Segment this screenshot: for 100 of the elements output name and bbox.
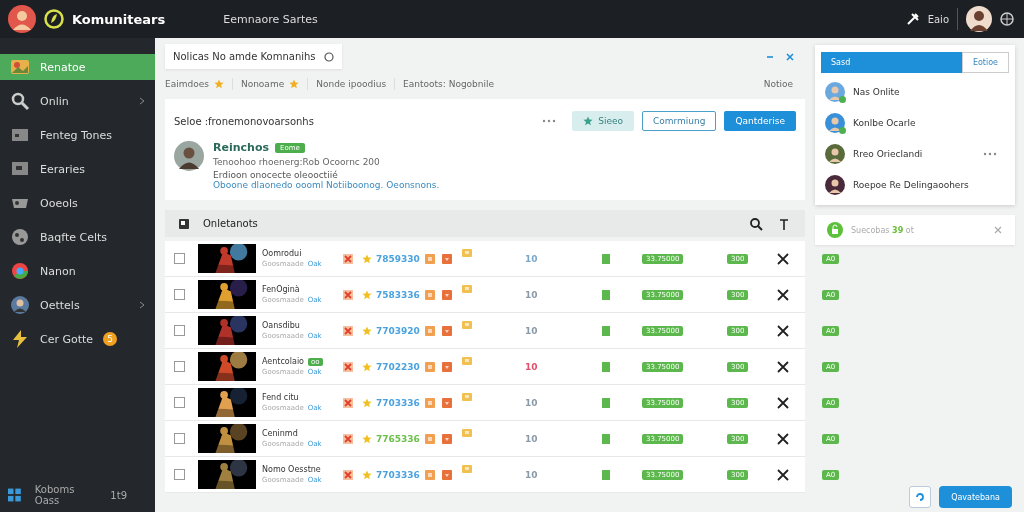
refresh-icon — [915, 492, 926, 502]
brand-name: Komunitears — [72, 11, 166, 27]
sidebar-item[interactable]: Ooeols — [0, 190, 155, 216]
row-checkbox[interactable] — [173, 433, 185, 444]
globe-icon — [10, 261, 30, 281]
avatar-icon[interactable] — [8, 5, 36, 33]
cross-icon — [343, 361, 353, 372]
status-square — [602, 397, 610, 408]
leaf-logo-icon — [44, 9, 64, 29]
item-name: Fend citu — [262, 393, 299, 402]
count-value: 10 — [525, 433, 538, 444]
item-name: Oomrodui — [262, 249, 302, 258]
notice-link[interactable]: Notioe — [763, 79, 793, 89]
user-name[interactable]: Roepoe Re Delingaoohers — [853, 179, 969, 190]
user-name[interactable]: Nas Onlite — [853, 86, 900, 97]
flag-icon — [462, 320, 472, 330]
score-value: 7703920 — [376, 325, 420, 336]
tag-icon — [442, 433, 452, 444]
star-icon — [362, 361, 372, 372]
tag-icon — [442, 289, 452, 300]
dropdown-button[interactable]: Eotioe — [961, 52, 1009, 73]
cross-icon — [343, 253, 353, 264]
user-avatar[interactable] — [966, 6, 992, 32]
filter-link[interactable]: Eantoots: Nogobnile — [403, 79, 495, 89]
close-icon[interactable] — [777, 360, 789, 373]
profile-details: Tenoohoo rhoenerg:Rob Ocoornc 200 — [213, 157, 381, 167]
refresh-button[interactable] — [909, 486, 932, 508]
user-label[interactable]: Eaio — [927, 13, 949, 25]
primary-button[interactable]: Qavatebana — [939, 486, 1012, 508]
user-avatar — [825, 112, 845, 133]
score-value: 7765336 — [376, 433, 420, 444]
close-icon[interactable] — [777, 252, 789, 265]
score-value: 7859330 — [376, 253, 420, 264]
row-checkbox[interactable] — [173, 469, 185, 480]
tag-icon — [425, 469, 435, 480]
tag-icon — [425, 361, 435, 372]
user-name[interactable]: Rreo Orieclandi — [853, 148, 923, 159]
sidebar-item[interactable]: Baqfte Celts — [0, 224, 155, 250]
score-value: 7702230 — [376, 361, 420, 372]
filter-link[interactable]: Nonoame — [240, 79, 285, 89]
description-link[interactable]: Oboone dlaonedo oooml Notiiboonog. Oeonsnons. — [213, 180, 440, 190]
row-checkbox[interactable] — [173, 289, 185, 300]
row-checkbox[interactable] — [173, 361, 185, 372]
card-title: Seloe :fronemonovoarsonhs — [174, 115, 314, 127]
profile-name: Reinchos — [213, 141, 269, 154]
star-icon — [583, 116, 594, 126]
more-icon[interactable] — [542, 119, 557, 123]
profile-description: Erdioon onocecte oleooctiié Oboone dlaonedo oooml Notiiboonog. Oeonsnons. — [213, 170, 441, 190]
tag-icon — [425, 253, 435, 264]
count-value: 10 — [525, 469, 538, 480]
action-button[interactable]: Qantderise — [724, 111, 796, 131]
filter-link[interactable]: Eaimdoes — [165, 79, 209, 89]
flag-icon — [462, 248, 472, 258]
circle-icon — [323, 51, 334, 62]
search-icon[interactable] — [749, 216, 763, 231]
close-icon[interactable] — [777, 468, 789, 481]
row-checkbox[interactable] — [173, 325, 185, 336]
person-icon — [10, 295, 30, 315]
square-icon — [179, 218, 189, 229]
item-name: Oansdibu — [262, 321, 300, 330]
filter-link[interactable]: Nonde ipoodius — [316, 79, 387, 89]
notice-field[interactable]: Nolicas No amde Komnanihs — [165, 44, 342, 69]
globe-icon[interactable] — [1000, 12, 1014, 26]
user-name[interactable]: Konlbe Ocarle — [853, 117, 916, 128]
sidebar-item[interactable]: Fenteg Tones — [0, 122, 155, 148]
close-icon[interactable] — [777, 432, 789, 445]
sidebar-item[interactable]: Onlin — [0, 88, 155, 114]
sidebar-item[interactable]: Nanon — [0, 258, 155, 284]
tag-icon — [442, 361, 452, 372]
tag-icon — [442, 325, 452, 336]
action-button[interactable]: Comrmiung — [642, 111, 717, 131]
status-square — [602, 289, 610, 300]
sidebar-item[interactable]: Cer Gotte 5 — [0, 326, 155, 352]
cross-icon — [343, 433, 353, 444]
tag-icon — [425, 397, 435, 408]
item-name: FenOginà — [262, 285, 300, 294]
status-square — [602, 433, 610, 444]
sidebar-item[interactable]: Oettels — [0, 292, 155, 318]
close-icon[interactable] — [777, 396, 789, 409]
star-icon — [362, 397, 372, 408]
row-checkbox[interactable] — [173, 253, 185, 264]
status-square — [602, 361, 610, 372]
flag-icon — [462, 428, 472, 438]
score-value: 7583336 — [376, 289, 420, 300]
star-icon — [362, 289, 372, 300]
cross-icon — [343, 325, 353, 336]
search-field[interactable]: Sasd — [821, 52, 962, 73]
action-button[interactable]: Sieeo — [572, 111, 634, 131]
sidebar-item[interactable]: Eeraries — [0, 156, 155, 182]
count-value: 10 — [525, 289, 538, 300]
close-icon[interactable] — [777, 288, 789, 301]
close-icon[interactable] — [777, 324, 789, 337]
pin-icon[interactable] — [777, 216, 791, 231]
star-icon — [362, 253, 372, 264]
more-icon[interactable] — [983, 151, 997, 156]
cross-icon — [343, 289, 353, 300]
tools-icon[interactable] — [905, 12, 920, 26]
status-square — [602, 325, 610, 336]
row-checkbox[interactable] — [173, 397, 185, 408]
windows-icon[interactable] — [8, 488, 21, 502]
